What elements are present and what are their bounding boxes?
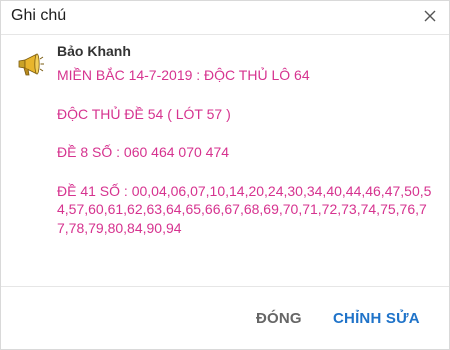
- note-author: Bảo Khanh: [57, 43, 131, 59]
- close-icon[interactable]: [420, 6, 440, 26]
- note-paragraph: ĐỀ 41 SỐ : 00,04,06,07,10,14,20,24,30,34…: [57, 182, 432, 236]
- note-dialog: Ghi chú Bảo Khanh MIỀN BẮC 14-7-2019 : Đ…: [0, 0, 450, 350]
- close-button[interactable]: ĐÓNG: [256, 310, 302, 327]
- dialog-header: Ghi chú: [1, 1, 449, 35]
- dialog-title: Ghi chú: [11, 7, 67, 24]
- note-content: MIỀN BẮC 14-7-2019 : ĐỘC THỦ LÔ 64 ĐỘC T…: [57, 66, 437, 237]
- megaphone-icon: [15, 50, 45, 78]
- note-paragraph: ĐỀ 8 SỐ : 060 464 070 474: [57, 144, 230, 160]
- footer-divider: [1, 286, 449, 287]
- note-paragraph: ĐỘC THỦ ĐỀ 54 ( LÓT 57 ): [57, 105, 231, 122]
- note-paragraph: MIỀN BẮC 14-7-2019 : ĐỘC THỦ LÔ 64: [57, 67, 310, 83]
- edit-button[interactable]: CHỈNH SỬA: [333, 310, 420, 327]
